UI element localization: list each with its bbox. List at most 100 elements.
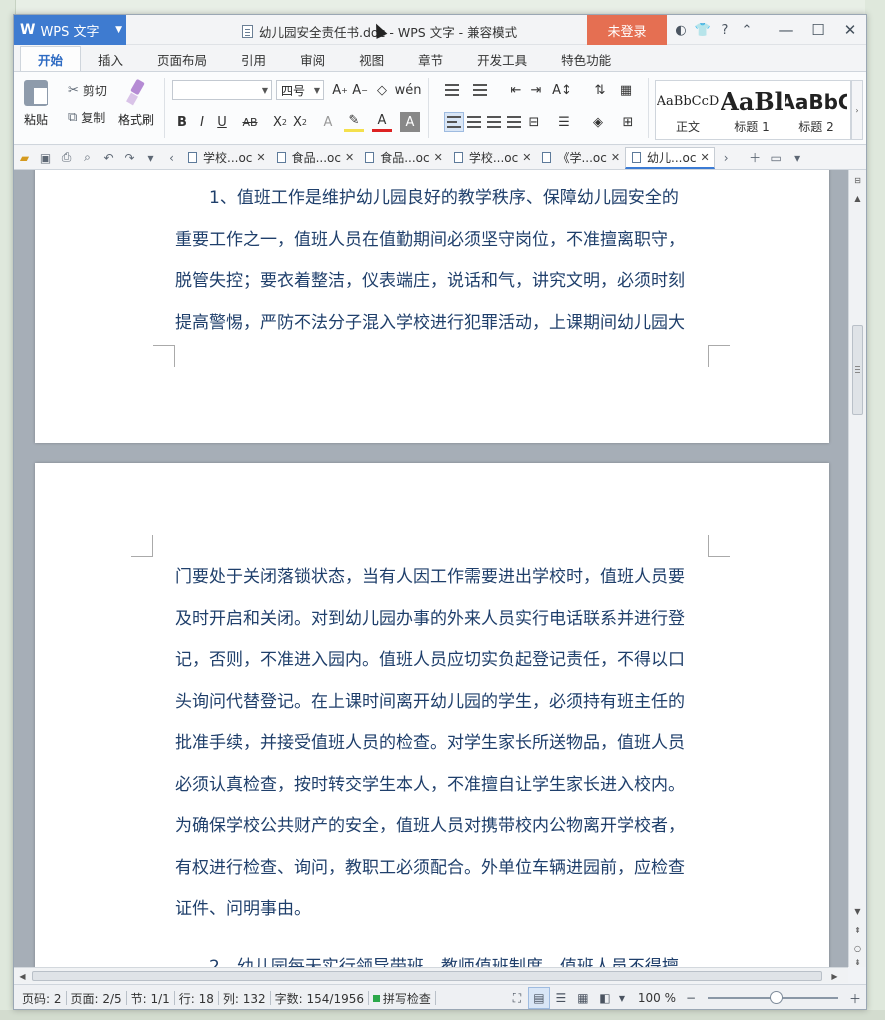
next-page-icon[interactable]: ⇟ <box>849 957 866 967</box>
close-icon[interactable]: ✕ <box>611 151 620 164</box>
clear-format-icon[interactable]: ◇ <box>372 80 392 100</box>
format-painter-button[interactable]: 格式刷 <box>118 80 154 128</box>
style-heading-1[interactable]: AaBl 标题 1 <box>720 81 784 139</box>
previous-page-icon[interactable]: ⇞ <box>849 922 866 938</box>
undo-icon[interactable]: ↶ <box>98 146 119 170</box>
scroll-right-icon[interactable]: ▶ <box>826 968 843 984</box>
vertical-scrollbar[interactable]: ⊟ ▲ ▼ ⇞ ○ ⇟ <box>848 170 866 967</box>
highlight-icon[interactable]: ✎ <box>344 112 364 132</box>
table-grid-icon[interactable]: ▦ <box>616 80 636 100</box>
tab-home[interactable]: 开始 <box>20 46 82 71</box>
font-size-dropdown[interactable]: 四号 ▼ <box>276 80 324 100</box>
outline-view-icon[interactable]: ☰ <box>550 987 572 1009</box>
strikethrough-icon[interactable]: AB <box>240 112 260 132</box>
minimize-icon[interactable]: — <box>770 15 802 45</box>
skin-icon[interactable]: ◐ <box>670 15 692 45</box>
distributed-icon[interactable]: ⊟ <box>524 112 544 132</box>
subscript-icon[interactable]: X2 <box>290 112 310 132</box>
horizontal-scrollbar[interactable]: ◀ ▶ <box>14 967 848 983</box>
line-spacing-icon[interactable]: ☰ <box>554 112 574 132</box>
status-row[interactable]: 行: 18 <box>179 990 214 1007</box>
underline-icon[interactable]: U <box>212 112 232 132</box>
restore-tab-icon[interactable]: ▭ <box>766 146 787 170</box>
shrink-font-icon[interactable]: A − <box>350 80 370 100</box>
bold-icon[interactable]: B <box>172 112 192 132</box>
font-color-icon[interactable]: A <box>372 112 392 132</box>
scroll-up-icon[interactable]: ▲ <box>849 190 866 206</box>
save-icon[interactable]: ▣ <box>35 146 56 170</box>
close-icon[interactable]: ✕ <box>345 151 354 164</box>
bullet-list-icon[interactable] <box>442 80 462 100</box>
zoom-level[interactable]: 100 % <box>638 991 676 1005</box>
zoom-slider-knob[interactable] <box>770 991 784 1004</box>
phonetic-guide-icon[interactable]: wén <box>395 80 422 100</box>
copy-button[interactable]: ⧉ 复制 <box>68 109 105 126</box>
horizontal-scroll-thumb[interactable] <box>32 971 822 981</box>
tab-references[interactable]: 引用 <box>224 47 283 71</box>
maximize-icon[interactable]: ☐ <box>802 15 834 45</box>
close-icon[interactable]: ✕ <box>256 151 265 164</box>
tab-view[interactable]: 视图 <box>342 47 401 71</box>
login-button[interactable]: 未登录 <box>587 15 667 45</box>
view-dropdown-icon[interactable]: ▼ <box>616 987 628 1009</box>
print-icon[interactable]: ⎙ <box>56 146 77 170</box>
print-preview-icon[interactable]: ⌕ <box>77 146 98 170</box>
help-icon[interactable]: ? <box>714 15 736 45</box>
doc-tab[interactable]: 学校...oc ✕ <box>182 147 270 169</box>
status-page-code[interactable]: 页码: 2 <box>22 990 62 1007</box>
tab-menu-icon[interactable]: ▾ <box>787 146 808 170</box>
tab-developer[interactable]: 开发工具 <box>460 47 544 71</box>
tab-chapter[interactable]: 章节 <box>401 47 460 71</box>
numbered-list-icon[interactable] <box>470 80 490 100</box>
font-name-dropdown[interactable]: ▼ <box>172 80 272 100</box>
decrease-indent-icon[interactable]: ⇤ <box>506 80 526 100</box>
increase-indent-icon[interactable]: ⇥ <box>526 80 546 100</box>
new-tab-icon[interactable]: ＋ <box>745 146 766 170</box>
sort-icon[interactable]: ⇅ <box>590 80 610 100</box>
doc-tab[interactable]: 学校...oc ✕ <box>448 147 536 169</box>
browse-object-icon[interactable]: ○ <box>849 940 866 956</box>
close-icon[interactable]: ✕ <box>522 151 531 164</box>
app-menu-button[interactable]: W WPS 文字 ▼ <box>14 15 126 45</box>
tabs-scroll-left-icon[interactable]: ‹ <box>161 146 182 170</box>
customize-dropdown-icon[interactable]: ▾ <box>140 146 161 170</box>
split-view-icon[interactable]: ⊟ <box>849 172 866 188</box>
vertical-scroll-thumb[interactable] <box>852 325 863 415</box>
close-icon[interactable]: ✕ <box>700 151 709 164</box>
status-column[interactable]: 列: 132 <box>223 990 266 1007</box>
page-2-text[interactable]: 门要处于关闭落锁状态，当有人因工作需要进出学校时，值班人员要 及时开启和关闭。对… <box>175 557 730 967</box>
status-word-count[interactable]: 字数: 154/1956 <box>275 990 364 1007</box>
close-icon[interactable]: ✕ <box>834 15 866 45</box>
tab-special-features[interactable]: 特色功能 <box>544 47 628 71</box>
web-view-icon[interactable]: ▦ <box>572 987 594 1009</box>
zoom-out-icon[interactable]: − <box>680 987 702 1009</box>
collapse-ribbon-icon[interactable]: ⌃ <box>736 15 758 45</box>
paste-button[interactable]: 粘贴 <box>24 80 48 128</box>
borders-icon[interactable]: ⊞ <box>618 112 638 132</box>
redo-icon[interactable]: ↷ <box>119 146 140 170</box>
zoom-in-icon[interactable]: ＋ <box>844 987 866 1009</box>
doc-tab[interactable]: 食品...oc ✕ <box>271 147 359 169</box>
scroll-left-icon[interactable]: ◀ <box>14 968 31 984</box>
open-folder-icon[interactable]: ▰ <box>14 146 35 170</box>
justify-icon[interactable] <box>504 112 524 132</box>
tab-insert[interactable]: 插入 <box>81 47 140 71</box>
styles-more-icon[interactable]: › <box>851 80 863 140</box>
shading-icon[interactable]: ◈ <box>588 112 608 132</box>
grow-font-icon[interactable]: A + <box>330 80 350 100</box>
align-left-icon[interactable] <box>444 112 464 132</box>
align-center-icon[interactable] <box>464 112 484 132</box>
char-shading-icon[interactable]: A <box>400 112 420 132</box>
doc-tab-active[interactable]: 幼儿...oc ✕ <box>625 146 715 169</box>
shirt-icon[interactable]: 👕 <box>692 15 714 45</box>
close-icon[interactable]: ✕ <box>434 151 443 164</box>
style-normal[interactable]: AaBbCcD 正文 <box>656 81 720 139</box>
scroll-down-icon[interactable]: ▼ <box>849 903 866 919</box>
zoom-slider[interactable] <box>708 991 839 1004</box>
text-effect-icon[interactable]: A <box>318 112 338 132</box>
spell-check-toggle[interactable]: 拼写检查 <box>383 990 431 1007</box>
fullscreen-view-icon[interactable]: ⛶ <box>506 987 528 1009</box>
status-section[interactable]: 节: 1/1 <box>131 990 170 1007</box>
cut-button[interactable]: ✂ 剪切 <box>68 82 107 99</box>
reading-mode-icon[interactable]: ◧ <box>594 987 616 1009</box>
